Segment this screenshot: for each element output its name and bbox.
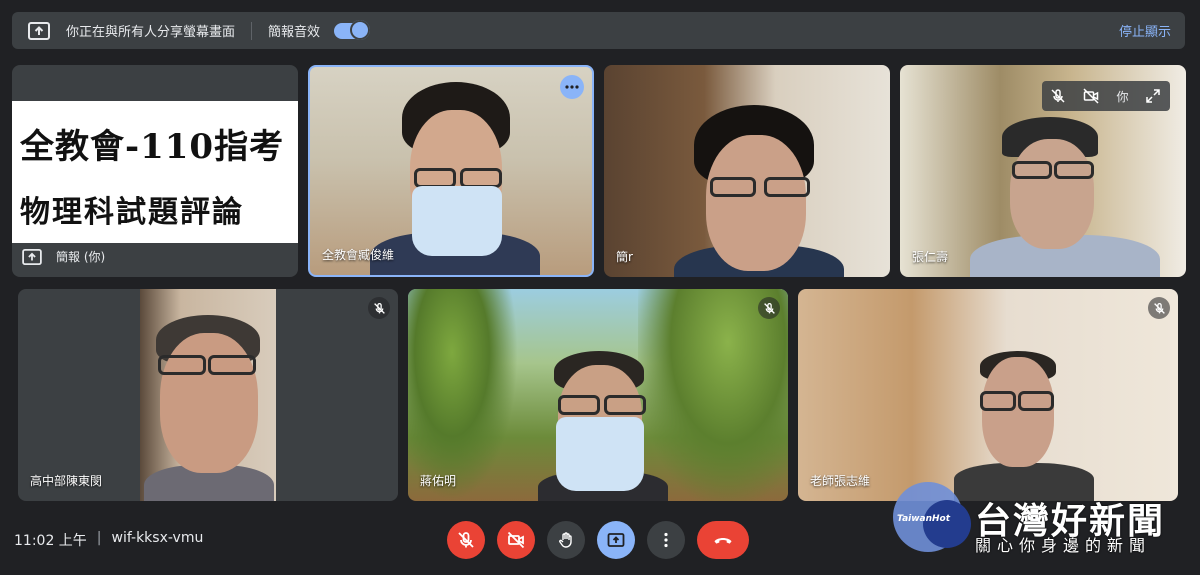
leave-call-button[interactable] bbox=[697, 521, 749, 559]
camera-off-icon[interactable] bbox=[1083, 88, 1099, 104]
present-screen-icon bbox=[22, 248, 42, 265]
participant-tile[interactable]: 簡r bbox=[604, 65, 890, 277]
virtual-background-tree bbox=[408, 289, 518, 501]
virtual-background-tree bbox=[638, 289, 788, 501]
watermark-subtitle: 關心你身邊的新聞 bbox=[975, 536, 1152, 555]
presentation-tile[interactable]: 全教會-110指考 物理科試題評論 簡報 (你) bbox=[12, 65, 298, 277]
more-options-button[interactable] bbox=[560, 75, 584, 99]
present-now-button[interactable] bbox=[597, 521, 635, 559]
camera-off-icon bbox=[507, 531, 525, 549]
presentation-audio-toggle[interactable] bbox=[334, 19, 371, 40]
camera-toggle-button[interactable] bbox=[497, 521, 535, 559]
more-vert-icon bbox=[664, 532, 668, 548]
presentation-label: 簡報 (你) bbox=[22, 248, 105, 265]
participant-name: 張仁壽 bbox=[912, 250, 949, 264]
present-screen-icon bbox=[28, 21, 50, 40]
mic-off-icon bbox=[458, 532, 474, 548]
news-watermark: TaiwanHot 台灣好新聞 關心你身邊的新聞 bbox=[893, 482, 1183, 572]
participant-name: 老師張志維 bbox=[810, 474, 871, 488]
participant-name: 高中部陳東閔 bbox=[30, 474, 103, 488]
participant-tile[interactable]: 全教會臧俊維 bbox=[308, 65, 594, 277]
microphone-toggle-button[interactable] bbox=[447, 521, 485, 559]
participant-name: 全教會臧俊維 bbox=[322, 248, 395, 262]
hand-icon bbox=[559, 532, 572, 548]
slide-title-line-2: 物理科試題評論 bbox=[20, 195, 244, 230]
participant-video bbox=[140, 289, 276, 501]
slide-title-line-1: 全教會-110指考 bbox=[20, 127, 285, 167]
participant-tile[interactable]: 蔣佑明 bbox=[408, 289, 788, 501]
divider bbox=[251, 21, 253, 40]
muted-indicator bbox=[368, 297, 390, 319]
current-time: 11:02 上午 bbox=[14, 533, 87, 549]
call-controls bbox=[447, 521, 749, 559]
mic-off-icon bbox=[763, 302, 775, 314]
participant-tile[interactable]: 高中部陳東閔 bbox=[18, 289, 398, 501]
share-message: 你正在與所有人分享螢幕畫面 bbox=[66, 25, 236, 40]
self-view-controls: 你 bbox=[1042, 81, 1170, 111]
meeting-details: 11:02 上午 | wif-kksx-vmu bbox=[14, 530, 203, 550]
watermark-logo-text: TaiwanHot bbox=[897, 514, 951, 524]
self-view-tile[interactable]: 你 張仁壽 bbox=[900, 65, 1186, 277]
more-dots-icon bbox=[565, 85, 579, 89]
participant-name: 蔣佑明 bbox=[420, 474, 457, 488]
raise-hand-button[interactable] bbox=[547, 521, 585, 559]
muted-indicator bbox=[758, 297, 780, 319]
presentation-audio-label: 簡報音效 bbox=[268, 25, 321, 40]
participant-name: 簡r bbox=[616, 250, 633, 264]
mic-off-icon bbox=[1153, 302, 1165, 314]
presentation-owner: 簡報 (你) bbox=[56, 250, 106, 264]
shared-slide: 全教會-110指考 物理科試題評論 bbox=[12, 101, 298, 243]
toggle-knob bbox=[350, 19, 371, 40]
divider: | bbox=[96, 530, 102, 546]
meeting-code[interactable]: wif-kksx-vmu bbox=[112, 530, 204, 550]
mic-off-icon bbox=[373, 302, 385, 314]
hang-up-icon bbox=[714, 538, 732, 544]
screen-share-banner: 你正在與所有人分享螢幕畫面 簡報音效 停止顯示 bbox=[12, 12, 1185, 49]
muted-indicator bbox=[1148, 297, 1170, 319]
present-screen-icon bbox=[607, 533, 625, 547]
more-options-button[interactable] bbox=[647, 521, 685, 559]
participant-tile[interactable]: 老師張志維 bbox=[798, 289, 1178, 501]
stop-presenting-button[interactable]: 停止顯示 bbox=[1119, 21, 1171, 40]
mic-off-icon[interactable] bbox=[1050, 88, 1066, 104]
expand-icon[interactable] bbox=[1145, 88, 1161, 104]
self-label: 你 bbox=[1116, 89, 1129, 104]
watermark-logo-circle bbox=[923, 500, 971, 548]
